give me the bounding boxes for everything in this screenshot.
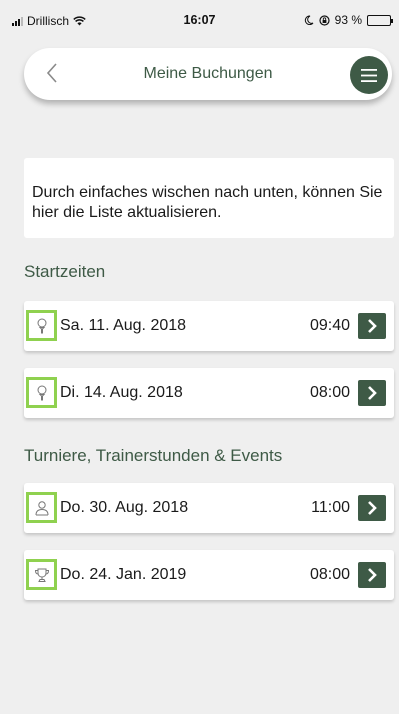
open-booking-button[interactable] — [358, 313, 386, 339]
golf-tee-icon — [37, 318, 46, 333]
trainer-person-icon — [35, 500, 48, 515]
pull-to-refresh-info: Durch einfaches wischen nach unten, könn… — [24, 158, 394, 238]
booking-date: Sa. 11. Aug. 2018 — [60, 317, 187, 334]
chevron-right-icon — [368, 319, 377, 333]
booking-type-icon — [26, 377, 57, 408]
booking-type-icon — [26, 310, 57, 341]
booking-type-icon — [26, 559, 57, 590]
open-booking-button[interactable] — [358, 562, 386, 588]
battery-icon — [367, 14, 393, 26]
section-title-events: Turniere, Trainerstunden & Events — [24, 446, 283, 465]
booking-time: 09:40 — [309, 317, 350, 334]
booking-time: 08:00 — [309, 566, 350, 583]
booking-row[interactable]: Sa. 11. Aug. 2018 09:40 — [24, 301, 394, 351]
moon-icon — [304, 15, 314, 25]
chevron-right-icon — [368, 568, 377, 582]
booking-date: Do. 24. Jan. 2019 — [60, 566, 187, 583]
booking-time: 08:00 — [309, 384, 350, 401]
menu-button[interactable] — [350, 56, 388, 94]
rotation-lock-icon — [319, 14, 330, 26]
booking-time: 11:00 — [311, 499, 350, 516]
booking-row[interactable]: Di. 14. Aug. 2018 08:00 — [24, 368, 394, 418]
open-booking-button[interactable] — [358, 495, 386, 521]
navigation-bar: Meine Buchungen — [24, 48, 392, 100]
chevron-right-icon — [368, 386, 377, 400]
status-right: 93 % — [304, 13, 393, 27]
trophy-icon — [34, 568, 49, 582]
booking-row[interactable]: Do. 30. Aug. 2018 11:00 — [24, 483, 394, 533]
golf-tee-icon — [37, 385, 46, 400]
booking-row[interactable]: Do. 24. Jan. 2019 08:00 — [24, 550, 394, 600]
battery-percent: 93 % — [334, 13, 362, 27]
chevron-right-icon — [368, 501, 377, 515]
section-title-startzeiten: Startzeiten — [24, 262, 106, 281]
booking-date: Do. 30. Aug. 2018 — [60, 499, 189, 516]
booking-type-icon — [26, 492, 57, 523]
open-booking-button[interactable] — [358, 380, 386, 406]
booking-date: Di. 14. Aug. 2018 — [60, 384, 183, 401]
status-bar: Drillisch 16:07 93 % — [0, 0, 399, 36]
hamburger-menu-icon — [361, 68, 377, 82]
page-title: Meine Buchungen — [143, 65, 273, 82]
